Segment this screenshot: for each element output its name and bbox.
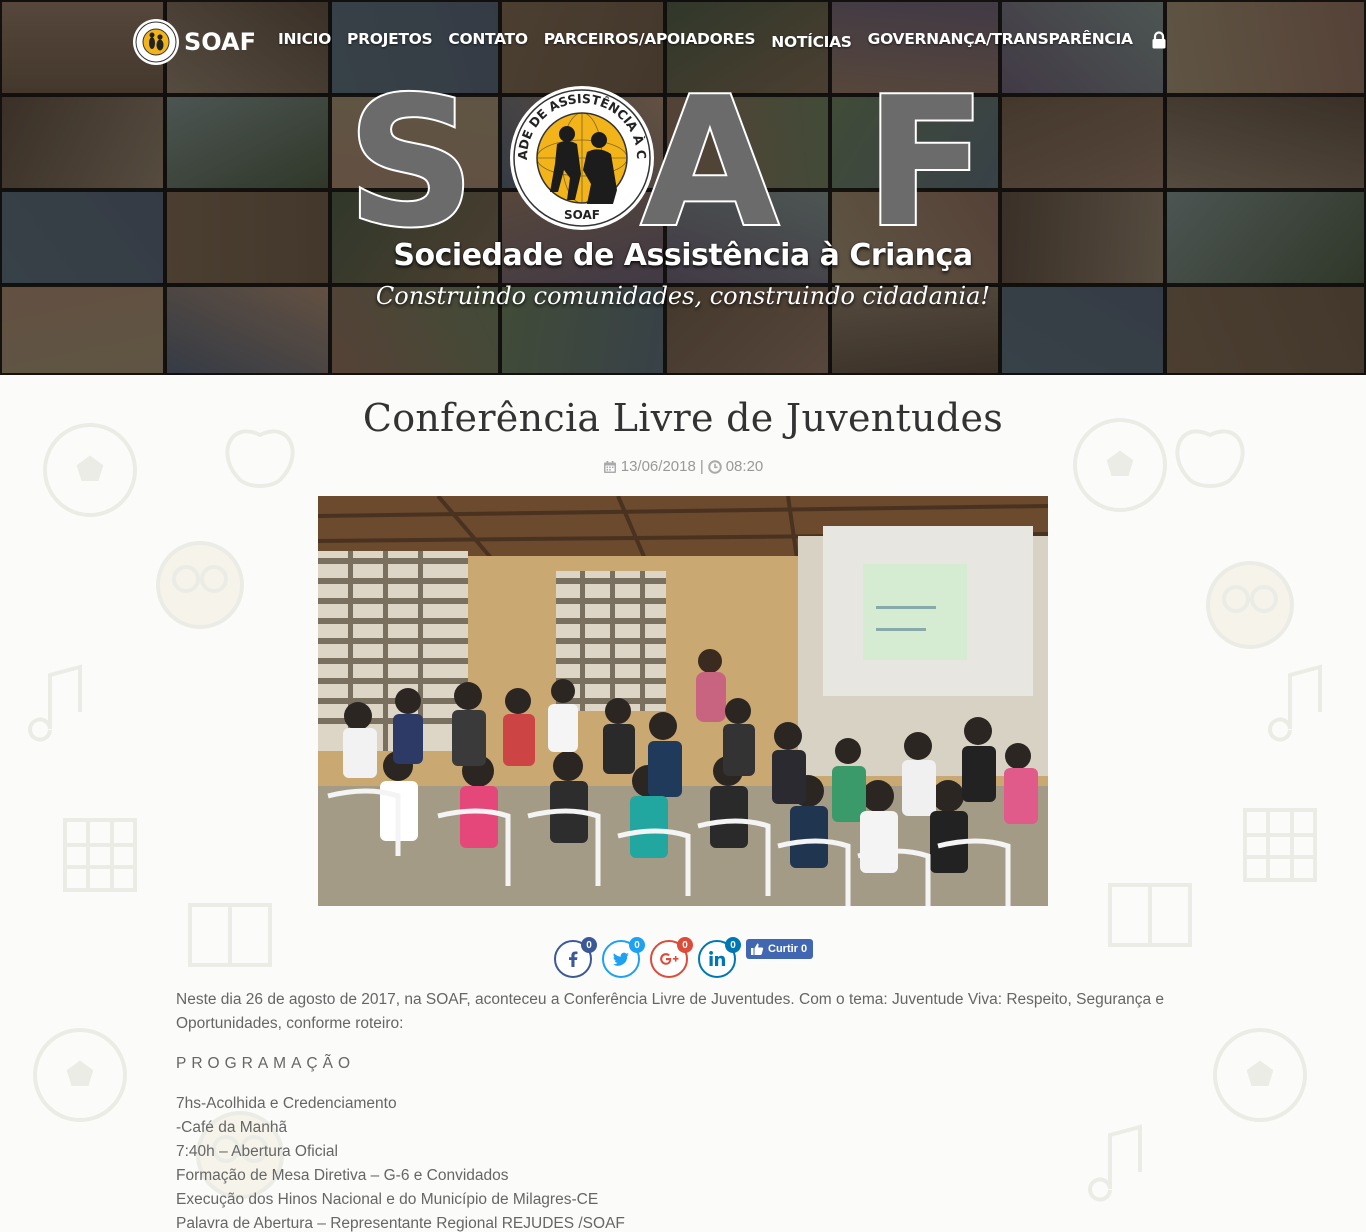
article-photo bbox=[318, 496, 1048, 906]
nav-item-noticias[interactable]: NOTÍCIAS bbox=[771, 33, 852, 51]
schedule-item: 7:40h – Abertura Oficial bbox=[176, 1143, 338, 1160]
seal-bottom-text: SOAF bbox=[564, 208, 600, 222]
clock-icon bbox=[707, 459, 722, 474]
linkedin-share-count: 0 bbox=[725, 937, 741, 953]
soaf-hero-logo: S A F SOCIEDADE DE ASSISTÊNCIA À CR bbox=[345, 78, 989, 238]
brand-home-link[interactable]: SOAF bbox=[132, 18, 256, 66]
facebook-share-button[interactable]: 0 bbox=[554, 937, 597, 978]
article-meta: 13/06/2018 | 08:20 bbox=[0, 458, 1366, 475]
schedule-item: Execução dos Hinos Nacional e do Municíp… bbox=[176, 1191, 599, 1208]
schedule-item: Palavra de Abertura – Representante Regi… bbox=[176, 1215, 625, 1232]
facebook-like-button[interactable]: Curtir 0 bbox=[746, 939, 814, 959]
main-nav: INICIO PROJETOS CONTATO PARCEIROS/APOIAD… bbox=[278, 30, 1167, 51]
article-title: Conferência Livre de Juventudes bbox=[362, 396, 1004, 440]
org-name: Sociedade de Assistência à Criança bbox=[393, 238, 973, 273]
article-intro: Neste dia 26 de agosto de 2017, na SOAF,… bbox=[176, 991, 1165, 1032]
program-heading: PROGRAMAÇÃO bbox=[176, 1055, 356, 1072]
schedule-item: 7hs-Acolhida e Credenciamento bbox=[176, 1095, 397, 1112]
thumbs-up-icon bbox=[751, 943, 764, 955]
doodle-ball-icon bbox=[1213, 1028, 1307, 1122]
nav-item-governanca[interactable]: GOVERNANÇA/TRANSPARÊNCIA bbox=[868, 30, 1133, 48]
schedule-item: Formação de Mesa Diretiva – G-6 e Convid… bbox=[176, 1167, 509, 1184]
doodle-owl-icon bbox=[1206, 561, 1294, 649]
logo-letter-a: A bbox=[641, 78, 779, 238]
google-plus-share-button[interactable]: 0 bbox=[650, 937, 693, 978]
schedule-list: 7hs-Acolhida e Credenciamento -Café da M… bbox=[176, 1092, 1186, 1232]
logo-letter-f: F bbox=[865, 78, 987, 238]
logo-letter-s: S bbox=[347, 78, 475, 238]
doodle-note-icon bbox=[1268, 664, 1322, 742]
meta-separator: | bbox=[699, 458, 704, 475]
soaf-seal-logo bbox=[133, 19, 179, 65]
brand-name: SOAF bbox=[184, 28, 257, 56]
nav-item-inicio[interactable]: INICIO bbox=[278, 30, 331, 48]
article-body: Neste dia 26 de agosto de 2017, na SOAF,… bbox=[176, 988, 1186, 1232]
facebook-icon bbox=[569, 951, 578, 967]
doodle-grid-icon bbox=[63, 818, 137, 892]
nav-item-parceiros[interactable]: PARCEIROS/APOIADORES bbox=[544, 30, 756, 48]
hero-banner: SOAF INICIO PROJETOS CONTATO PARCEIROS/A… bbox=[0, 0, 1366, 375]
doodle-note-icon bbox=[28, 664, 82, 742]
doodle-ball-icon bbox=[33, 1028, 127, 1122]
twitter-icon bbox=[612, 952, 629, 966]
navbar: SOAF INICIO PROJETOS CONTATO PARCEIROS/A… bbox=[0, 0, 1366, 84]
article-date: 13/06/2018 bbox=[620, 458, 696, 475]
calendar-icon bbox=[603, 460, 616, 473]
google-plus-share-count: 0 bbox=[677, 937, 693, 953]
twitter-share-count: 0 bbox=[629, 937, 645, 953]
nav-item-projetos[interactable]: PROJETOS bbox=[347, 30, 433, 48]
facebook-share-count: 0 bbox=[581, 937, 597, 953]
article-time: 08:20 bbox=[725, 458, 764, 475]
share-bar: 0 0 0 0 Curtir 0 bbox=[554, 937, 814, 978]
lock-icon[interactable] bbox=[1151, 31, 1167, 49]
schedule-item: -Café da Manhã bbox=[176, 1119, 288, 1136]
linkedin-share-button[interactable]: 0 bbox=[698, 937, 741, 978]
doodle-book-icon bbox=[188, 903, 272, 967]
nav-item-contato[interactable]: CONTATO bbox=[448, 30, 528, 48]
google-plus-icon bbox=[660, 953, 679, 965]
doodle-book-icon bbox=[1108, 883, 1192, 947]
like-label: Curtir 0 bbox=[768, 943, 808, 955]
doodle-owl-icon bbox=[156, 541, 244, 629]
doodle-grid-icon bbox=[1243, 808, 1317, 882]
slogan: Construindo comunidades, construindo cid… bbox=[375, 282, 991, 310]
linkedin-icon bbox=[709, 951, 725, 966]
twitter-share-button[interactable]: 0 bbox=[602, 937, 645, 978]
